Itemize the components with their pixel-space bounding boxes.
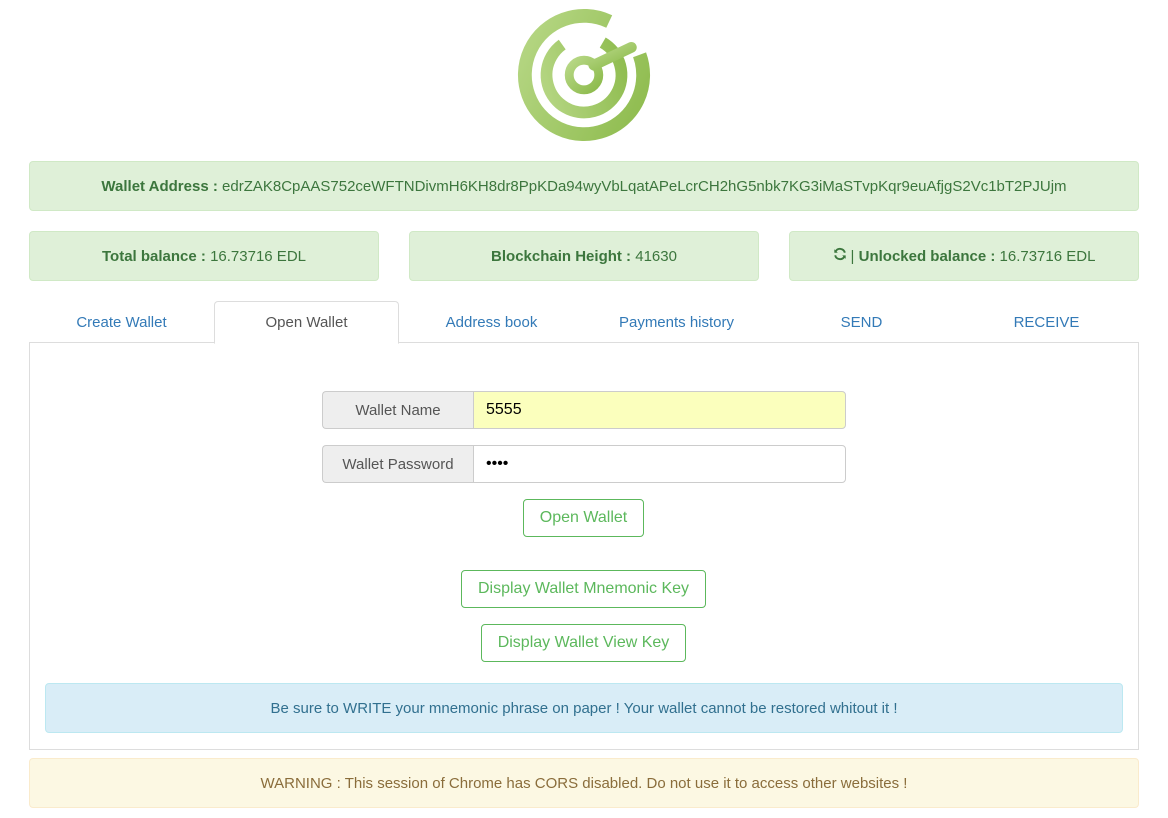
wallet-password-label: Wallet Password: [322, 445, 473, 483]
unlocked-balance-value: 16.73716 EDL: [999, 247, 1096, 265]
mnemonic-info-alert: Be sure to WRITE your mnemonic phrase on…: [45, 683, 1123, 733]
wallet-name-label: Wallet Name: [322, 391, 473, 429]
blockchain-height-value: 41630: [635, 247, 677, 265]
tab-create-wallet[interactable]: Create Wallet: [29, 301, 214, 343]
wallet-name-input[interactable]: [473, 391, 846, 429]
total-balance-box: Total balance : 16.73716 EDL: [29, 231, 379, 281]
blockchain-height-box: Blockchain Height : 41630: [409, 231, 759, 281]
edl-spiral-logo-icon: [517, 8, 651, 142]
tab-open-wallet[interactable]: Open Wallet: [214, 301, 399, 344]
unlocked-separator: |: [850, 247, 855, 265]
tab-send[interactable]: SEND: [769, 301, 954, 343]
cors-warning-alert: WARNING : This session of Chrome has COR…: [29, 758, 1139, 808]
total-balance-label: Total balance :: [101, 247, 206, 265]
wallet-name-group: Wallet Name: [322, 391, 846, 429]
mnemonic-info-text: Be sure to WRITE your mnemonic phrase on…: [270, 699, 898, 717]
blockchain-height-label: Blockchain Height :: [491, 247, 632, 265]
tab-receive[interactable]: RECEIVE: [954, 301, 1139, 343]
wallet-address-value: edrZAK8CpAAS752ceWFTNDivmH6KH8dr8PpKDa94…: [222, 177, 1067, 195]
tab-payments-history[interactable]: Payments history: [584, 301, 769, 343]
unlocked-balance-label: Unlocked balance :: [858, 247, 996, 265]
wallet-password-group: Wallet Password: [322, 445, 846, 483]
refresh-icon[interactable]: [833, 247, 847, 265]
display-mnemonic-key-button[interactable]: Display Wallet Mnemonic Key: [461, 570, 706, 608]
wallet-address-bar: Wallet Address : edrZAK8CpAAS752ceWFTNDi…: [29, 161, 1139, 211]
display-view-key-button[interactable]: Display Wallet View Key: [481, 624, 686, 662]
wallet-password-input[interactable]: [473, 445, 846, 483]
tab-address-book[interactable]: Address book: [399, 301, 584, 343]
total-balance-value: 16.73716 EDL: [210, 247, 306, 265]
wallet-address-label: Wallet Address :: [101, 177, 218, 195]
wallet-tabs: Create Wallet Open Wallet Address book P…: [29, 301, 1139, 344]
open-wallet-button[interactable]: Open Wallet: [523, 499, 644, 537]
cors-warning-text: WARNING : This session of Chrome has COR…: [260, 774, 908, 792]
unlocked-balance-box: | Unlocked balance : 16.73716 EDL: [789, 231, 1139, 281]
